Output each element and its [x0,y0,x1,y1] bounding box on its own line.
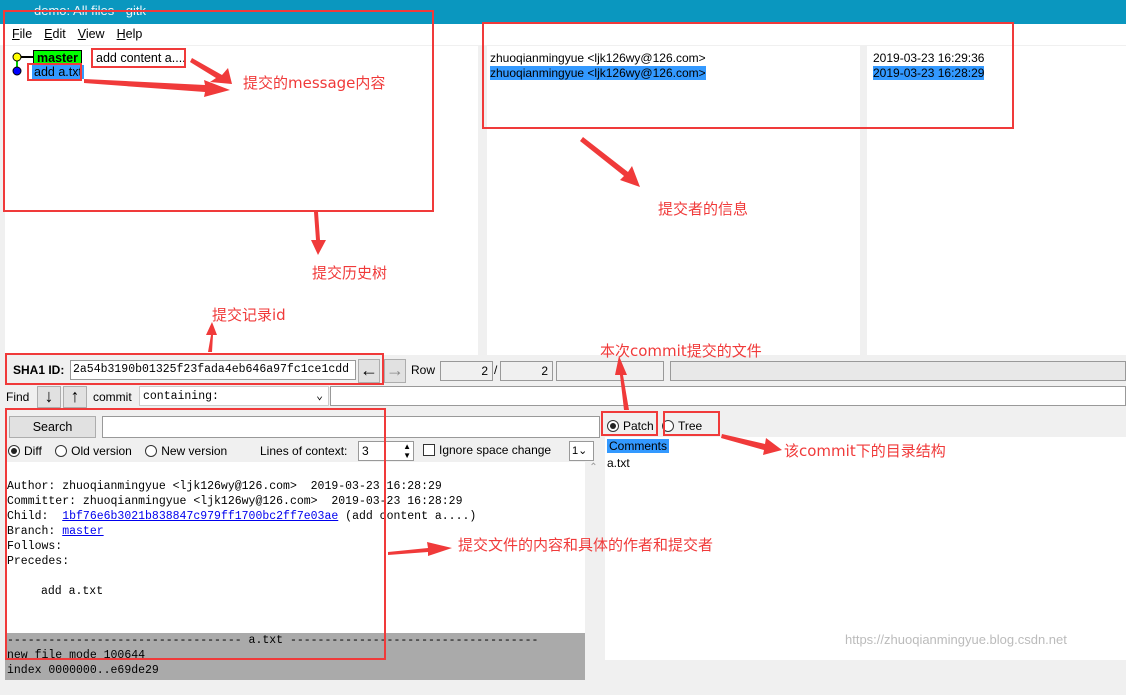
committer-line: Committer: zhuoqianmingyue <ljk126wy@126… [7,495,463,508]
precedes-line: Precedes: [7,555,70,568]
back-arrow-icon[interactable]: ← [358,359,380,383]
branch-link[interactable]: master [62,525,103,538]
file-item-selected[interactable]: Comments [607,439,670,453]
author-line: Author: zhuoqianmingyue <ljk126wy@126.co… [7,480,442,493]
diff-mode-select[interactable]: 1⌄ [569,441,594,461]
author-row-selected[interactable]: zhuoqianmingyue <ljk126wy@126.com> [490,66,706,80]
radio-icon [607,420,619,432]
row-current: 2 [440,361,493,381]
scrollbar[interactable]: ⌃ [585,462,602,660]
ignore-space-checkbox[interactable]: Ignore space change [423,443,551,457]
annotation: 提交文件的内容和具体的作者和提交者 [458,536,714,554]
child-line: Child: 1bf76e6b3021b838847c979ff1700bc2f… [7,510,477,523]
menu-bar: File Edit View Help [0,24,1126,45]
child-link[interactable]: 1bf76e6b3021b838847c979ff1700bc2ff7e03ae [62,510,338,523]
message-line: add a.txt [41,585,104,598]
search-input[interactable] [102,416,600,438]
find-mode-value: containing: [143,390,219,403]
sha-input[interactable]: 2a54b3190b01325f23fada4eb646a97fc1ce1cdd [70,360,356,380]
find-type[interactable]: commit [93,390,132,404]
menu-view[interactable]: View [78,27,105,41]
diff-radio[interactable]: Diff [8,444,42,458]
window-title: demo: All files - gitk [34,3,146,18]
find-input[interactable] [330,386,1126,406]
new-version-radio[interactable]: New version [145,444,227,458]
author-row[interactable]: zhuoqianmingyue <ljk126wy@126.com> [490,51,706,65]
date-pane[interactable]: 2019-03-23 16:29:36 2019-03-23 16:28:29 [867,46,1126,355]
annotation: 提交历史树 [312,264,388,282]
find-next-icon[interactable]: ↓ [37,386,61,408]
row-label: Row [411,363,436,377]
menu-file[interactable]: File [12,27,32,41]
search-button[interactable]: Search [9,416,96,438]
menu-help[interactable]: Help [117,27,143,41]
row-separator: / [494,363,498,377]
status-field [670,361,1126,381]
patch-radio[interactable]: Patch [607,419,654,433]
tree-radio[interactable]: Tree [662,419,702,433]
forward-arrow-icon[interactable]: → [384,359,406,383]
context-label: Lines of context: [260,444,348,458]
mode-line: new file mode 100644 [7,649,146,662]
context-spinner[interactable]: 3 ▲ ▼ [358,441,414,461]
menu-edit[interactable]: Edit [44,27,66,41]
patch-label: Patch [623,419,654,433]
commit-row[interactable]: add content a.... [96,51,186,65]
tree-label: Tree [678,419,703,433]
sha-label: SHA1 ID: [13,363,65,377]
spinner-arrows-icon: ▲ ▼ [403,442,411,460]
details-pane[interactable]: Author: zhuoqianmingyue <ljk126wy@126.co… [5,462,585,680]
find-label: Find [6,390,30,404]
date-row[interactable]: 2019-03-23 16:29:36 [873,51,984,65]
row-total: 2 [500,361,553,381]
watermark: https://zhuoqianmingyue.blog.csdn.net [845,632,1067,647]
radio-icon [662,420,674,432]
chevron-down-icon: ⌄ [316,390,323,403]
file-header: ---------------------------------- a.txt… [7,634,539,647]
branch-tag[interactable]: master [33,50,82,66]
find-prev-icon[interactable]: ↑ [63,386,87,408]
title-bar: demo: All files - gitk [0,0,1126,24]
file-item[interactable]: a.txt [607,456,630,470]
old-version-radio[interactable]: Old version [55,444,132,458]
annotation: 提交记录id [212,306,286,324]
index-line: index 0000000..e69de29 [7,664,159,677]
find-mode-select[interactable]: containing: ⌄ [139,386,329,406]
diff-options: Diff Old version New version [8,444,227,458]
annotation: 本次commit提交的文件 [600,342,762,360]
annotation: 该commit下的目录结构 [784,442,946,460]
progress-field [556,361,664,381]
annotation: 提交的message内容 [243,74,386,92]
date-row-selected[interactable]: 2019-03-23 16:28:29 [873,66,985,80]
annotation: 提交者的信息 [658,200,749,218]
commit-row-selected[interactable]: add a.txt [32,65,84,79]
